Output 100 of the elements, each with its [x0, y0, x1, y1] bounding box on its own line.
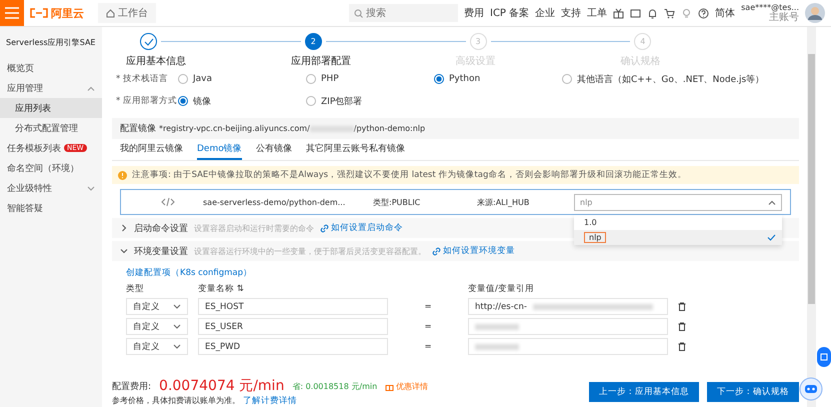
- code-icon: [161, 197, 175, 207]
- sidebar-item[interactable]: 命名空间（环境）: [0, 158, 102, 178]
- menu-button[interactable]: [0, 0, 24, 26]
- dropdown-option[interactable]: 1.0: [574, 215, 782, 230]
- link-icon: [320, 224, 329, 232]
- radio-option[interactable]: 镜像: [178, 94, 306, 108]
- floating-menu-icon[interactable]: [817, 347, 831, 367]
- nav-link[interactable]: 费用: [464, 6, 484, 20]
- section-hint: 设置容器启动和运行时需要的命令: [194, 222, 314, 234]
- sidebar-item[interactable]: 分布式配置管理: [0, 118, 102, 138]
- dropdown-option[interactable]: nlp: [574, 230, 782, 245]
- help-icon[interactable]: [698, 8, 710, 18]
- billing-link[interactable]: 了解计费详情: [243, 395, 297, 407]
- variable-name-field[interactable]: ES_USER: [198, 318, 388, 335]
- tab[interactable]: 我的阿里云镜像: [120, 142, 183, 160]
- step-marker: 4: [634, 33, 652, 50]
- column-header: 类型: [126, 283, 145, 295]
- nav-link[interactable]: 企业: [535, 6, 556, 20]
- tab[interactable]: 公有镜像: [256, 142, 292, 160]
- image-type: 类型:PUBLIC: [373, 196, 422, 208]
- create-configmap-link[interactable]: 创建配置项（K8s configmap）: [126, 268, 252, 278]
- bell-icon[interactable]: [647, 8, 658, 18]
- variable-name-field[interactable]: ES_PWD: [198, 338, 388, 355]
- delete-icon[interactable]: [678, 342, 686, 351]
- link-icon: [432, 246, 441, 256]
- radio-icon[interactable]: [306, 96, 316, 106]
- radio-icon[interactable]: [178, 74, 188, 84]
- logo-icon: [30, 8, 48, 18]
- radio-option[interactable]: 其他语言（如C++、Go、.NET、Node.js等）: [562, 72, 764, 86]
- cost-label: 配置费用:: [112, 380, 152, 392]
- field-label: * 应用部署方式: [116, 95, 178, 107]
- check-icon: [144, 38, 154, 46]
- user-name[interactable]: sae****@tes...: [741, 3, 799, 13]
- redacted-mark: [475, 324, 519, 330]
- assistant-icon[interactable]: [799, 377, 823, 401]
- sidebar-item[interactable]: 应用管理: [0, 78, 102, 98]
- sidebar-item[interactable]: 应用列表: [0, 98, 102, 118]
- help-link[interactable]: 如何设置环境变量: [432, 245, 515, 257]
- variable-name-field[interactable]: ES_HOST: [198, 298, 388, 315]
- scrollbar-thumb[interactable]: [808, 54, 815, 304]
- radio-option[interactable]: ZIP包部署: [306, 94, 362, 108]
- column-header: 变量名称 ⇅: [198, 283, 245, 295]
- sidebar-item[interactable]: 智能答疑: [0, 198, 102, 218]
- account-type: 主账号: [769, 13, 799, 23]
- section-title[interactable]: 启动命令设置: [134, 222, 188, 234]
- radio-option[interactable]: Python: [434, 74, 562, 84]
- home-link[interactable]: 工作台: [98, 3, 156, 23]
- radio-icon[interactable]: [562, 74, 572, 84]
- radio-icon[interactable]: [306, 74, 316, 84]
- chevron-icon[interactable]: [120, 247, 128, 255]
- chevron-icon[interactable]: [120, 224, 128, 232]
- equals-sign: =: [423, 302, 433, 312]
- type-select[interactable]: 自定义: [126, 338, 188, 355]
- step-marker: 2: [304, 33, 322, 50]
- field-label: 配置镜像: [120, 122, 156, 135]
- help-link[interactable]: 如何设置启动命令: [320, 222, 403, 234]
- radio-option[interactable]: Java: [178, 74, 306, 84]
- language-link[interactable]: 简体: [715, 6, 736, 20]
- image-path: *registry-vpc.cn-beijing.aliyuncs.com/: [159, 124, 310, 133]
- caret-icon: [173, 324, 181, 329]
- caret-icon: [768, 200, 776, 204]
- step-marker: 3: [470, 33, 486, 50]
- nav-link[interactable]: ICP 备案: [490, 6, 530, 20]
- delete-icon[interactable]: [678, 302, 686, 311]
- section-hint: 设置容器运行环境中的一些变量，便于部署后灵活变更容器配置。: [194, 246, 426, 256]
- saving-amount: 省: 0.0018518 元/min: [292, 380, 378, 392]
- tag-select[interactable]: nlp: [574, 194, 782, 210]
- sidebar-item[interactable]: 企业级特性: [0, 178, 102, 198]
- screen-icon[interactable]: [630, 8, 642, 18]
- sidebar-title: Serverless应用引擎SAE: [5, 37, 96, 49]
- tab[interactable]: Demo镜像: [197, 142, 242, 160]
- radio-icon[interactable]: [178, 96, 188, 106]
- price-note: 参考价格，具体扣费请以账单为准。: [112, 395, 240, 407]
- tab[interactable]: 其它阿里云账号私有镜像: [306, 142, 405, 160]
- variable-value-field[interactable]: [468, 318, 668, 335]
- variable-value-field[interactable]: http://es-cn-: [468, 298, 668, 315]
- nav-link[interactable]: 支持: [561, 6, 582, 20]
- warning-icon: [118, 170, 127, 180]
- section-title[interactable]: 环境变量设置: [134, 244, 188, 258]
- variable-value-field[interactable]: [468, 338, 668, 355]
- sidebar-item[interactable]: 概览页: [0, 58, 102, 78]
- equals-sign: =: [423, 342, 433, 352]
- search-field[interactable]: 搜索: [349, 4, 458, 22]
- step-label: 应用部署配置: [290, 54, 351, 68]
- nav-link[interactable]: 工单: [587, 6, 608, 20]
- avatar[interactable]: [805, 3, 825, 23]
- image-source: 来源:ALI_HUB: [477, 196, 530, 208]
- check-icon: [767, 234, 776, 241]
- delete-icon[interactable]: [678, 322, 686, 331]
- type-select[interactable]: 自定义: [126, 318, 188, 335]
- gift-icon[interactable]: [613, 8, 624, 18]
- field-label: * 技术栈语言: [116, 73, 169, 85]
- type-select[interactable]: 自定义: [126, 298, 188, 315]
- radio-icon[interactable]: [434, 74, 444, 84]
- caret-icon: [173, 304, 181, 309]
- step-button[interactable]: 下一步：确认规格: [707, 382, 799, 402]
- price: 0.0074074 元/min: [159, 377, 284, 395]
- cart-icon[interactable]: [664, 8, 676, 18]
- radio-option[interactable]: PHP: [306, 74, 434, 84]
- step-button[interactable]: 上一步：应用基本信息: [589, 382, 699, 402]
